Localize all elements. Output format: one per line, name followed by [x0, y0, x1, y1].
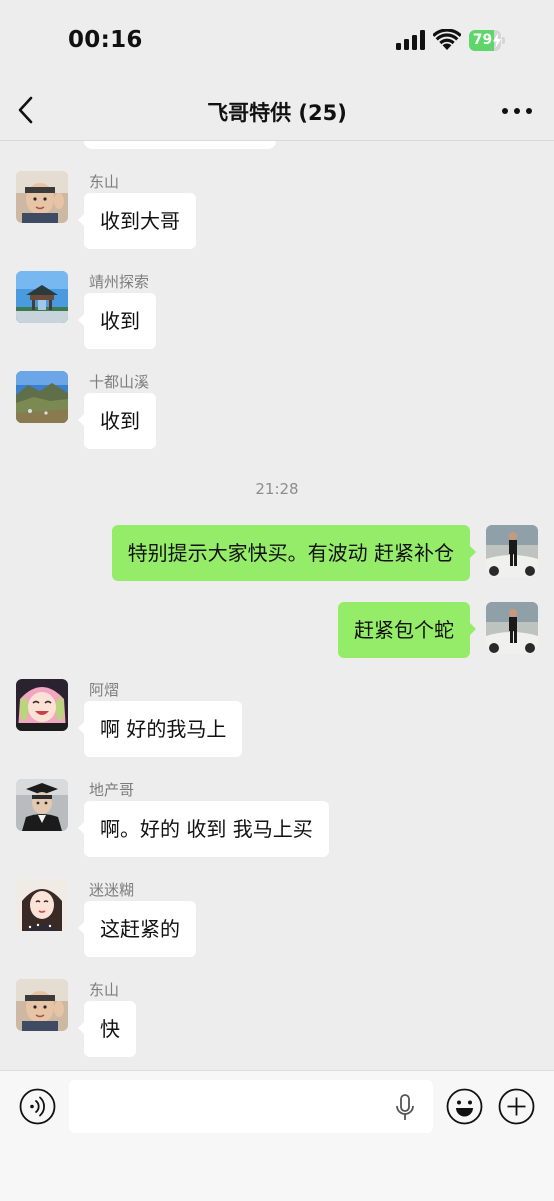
message-bubble-outgoing[interactable]: 赶紧包个蛇 [338, 602, 476, 658]
avatar-self[interactable] [486, 525, 538, 577]
message-bubble[interactable]: 收到大哥 [78, 193, 196, 249]
smiley-icon[interactable] [446, 1088, 483, 1125]
status-time: 00:16 [68, 27, 143, 53]
message-list[interactable]: 东山 收到大哥 靖州探索 收到 十都山溪 收到 21:28 特别提示大家快买。有… [0, 141, 554, 1070]
battery-percent: 79 [472, 32, 493, 48]
message-timestamp: 21:28 [255, 480, 299, 498]
message-bubble[interactable]: 快 [78, 1001, 136, 1057]
avatar-dongshan[interactable] [16, 171, 68, 223]
wifi-icon [433, 29, 461, 50]
message-bubble[interactable]: 啊。好的 收到 我马上买 [78, 801, 329, 857]
message-bubble[interactable]: 收到 [78, 293, 156, 349]
sender-name: 十都山溪 [89, 373, 150, 391]
sender-name: 阿熠 [89, 681, 120, 699]
chat-header: 飞哥特供 (25) [0, 80, 554, 141]
avatar-self[interactable] [486, 602, 538, 654]
message-bubble-outgoing[interactable]: 特别提示大家快买。有波动 赶紧补仓 [111, 525, 477, 581]
sender-name: 东山 [89, 981, 120, 999]
message-bubble[interactable]: 啊 好的我马上 [77, 701, 243, 757]
message-bubble[interactable]: 收到 [78, 393, 156, 449]
microphone-icon[interactable] [395, 1094, 415, 1122]
avatar-dichan[interactable] [16, 779, 68, 831]
input-bar [0, 1070, 554, 1201]
battery-indicator: 79 [469, 30, 505, 51]
sender-name: 迷迷糊 [89, 881, 135, 899]
sender-name: 地产哥 [89, 781, 135, 799]
message-input[interactable] [69, 1080, 433, 1133]
avatar-dongshan[interactable] [16, 979, 68, 1031]
sender-name: 东山 [89, 173, 120, 191]
avatar-shidu[interactable] [16, 371, 68, 423]
status-bar: 00:16 79 [0, 0, 554, 80]
partial-message-bubble [84, 141, 276, 149]
chat-title: 飞哥特供 (25) [207, 101, 347, 125]
sender-name: 靖州探索 [89, 273, 150, 291]
message-bubble[interactable]: 这赶紧的 [78, 901, 196, 957]
more-dots-icon[interactable] [498, 100, 538, 122]
avatar-ayi[interactable] [16, 679, 68, 731]
plus-icon[interactable] [498, 1088, 535, 1125]
charging-bolt-icon [493, 33, 501, 48]
back-chevron-icon[interactable] [12, 95, 42, 125]
voice-wave-icon[interactable] [19, 1088, 56, 1125]
cellular-signal-icon [396, 30, 425, 50]
avatar-jingzhou[interactable] [16, 271, 68, 323]
avatar-mimihu[interactable] [16, 879, 68, 931]
